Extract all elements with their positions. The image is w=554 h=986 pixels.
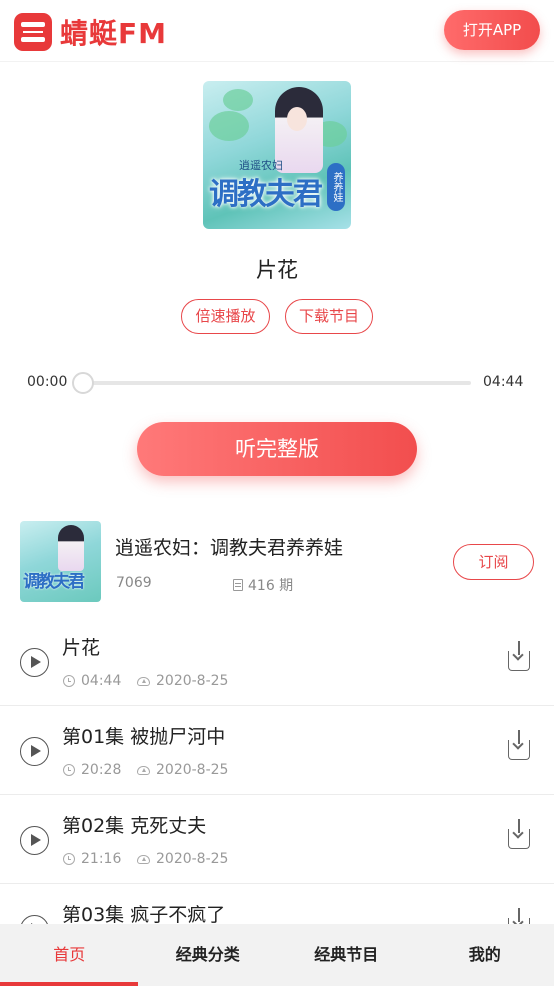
thumb-title: 调教夫君 xyxy=(23,572,85,592)
nav-classic-programs[interactable]: 经典节目 xyxy=(277,924,416,986)
episode-row[interactable]: 第01集 被抛尸河中 20:28 2020-8-25 xyxy=(0,706,554,795)
cover-seal-text: 养养娃 xyxy=(327,163,345,211)
clock-icon xyxy=(63,764,75,776)
episode-date: 2020-8-25 xyxy=(137,762,228,778)
episode-duration: 20:28 xyxy=(63,762,121,778)
current-time: 00:00 xyxy=(27,374,68,390)
play-icon[interactable] xyxy=(20,826,49,855)
total-time: 04:44 xyxy=(483,374,524,390)
nav-mine[interactable]: 我的 xyxy=(416,924,554,986)
episode-name: 第01集 被抛尸河中 xyxy=(62,726,226,748)
upload-icon xyxy=(137,676,150,686)
upload-icon xyxy=(137,765,150,775)
download-icon[interactable] xyxy=(508,730,530,760)
album-title[interactable]: 逍遥农妇：调教夫君养养娃 xyxy=(115,533,343,560)
nav-classic-categories[interactable]: 经典分类 xyxy=(139,924,278,986)
listen-full-button[interactable]: 听完整版 xyxy=(137,422,417,476)
play-icon[interactable] xyxy=(20,737,49,766)
bottom-nav: 首页 经典分类 经典节目 我的 xyxy=(0,924,554,986)
play-icon[interactable] xyxy=(20,648,49,677)
top-header: 蜻蜓FM 打开APP xyxy=(0,0,554,62)
episode-title: 片花 xyxy=(256,258,298,282)
radio-logo-icon xyxy=(14,13,52,51)
app-logo[interactable]: 蜻蜓FM xyxy=(14,12,167,52)
upload-icon xyxy=(137,854,150,864)
episode-name: 片花 xyxy=(62,637,101,659)
episode-name: 第02集 克死丈夫 xyxy=(62,815,207,837)
subscribe-button[interactable]: 订阅 xyxy=(453,544,534,580)
clock-icon xyxy=(63,675,75,687)
download-icon[interactable] xyxy=(508,819,530,849)
download-icon[interactable] xyxy=(508,641,530,671)
album-episode-count: 416 期 xyxy=(233,575,293,595)
playback-speed-button[interactable]: 倍速播放 xyxy=(181,299,270,334)
clock-icon xyxy=(63,853,75,865)
list-icon xyxy=(233,579,243,591)
logo-text: 蜻蜓FM xyxy=(60,17,167,50)
episode-count-text: 416 期 xyxy=(248,578,294,594)
episode-row[interactable]: 第02集 克死丈夫 21:16 2020-8-25 xyxy=(0,795,554,884)
album-thumbnail[interactable]: 调教夫君 xyxy=(20,521,101,602)
album-play-count: 7069 xyxy=(116,575,152,591)
episode-duration: 04:44 xyxy=(63,673,121,689)
episode-name: 第03集 疯子不疯了 xyxy=(62,904,226,926)
progress-slider-handle[interactable] xyxy=(72,372,94,394)
episode-date: 2020-8-25 xyxy=(137,851,228,867)
album-cover: 逍遥农妇 调教夫君 养养娃 xyxy=(203,81,351,229)
nav-home[interactable]: 首页 xyxy=(0,924,139,986)
episode-date: 2020-8-25 xyxy=(137,673,228,689)
episode-row[interactable]: 片花 04:44 2020-8-25 xyxy=(0,617,554,706)
open-app-button[interactable]: 打开APP xyxy=(444,10,540,50)
cover-big-title: 调教夫君 xyxy=(209,177,323,212)
progress-track[interactable] xyxy=(82,381,471,385)
download-episode-button[interactable]: 下载节目 xyxy=(285,299,373,334)
episode-duration: 21:16 xyxy=(63,851,121,867)
